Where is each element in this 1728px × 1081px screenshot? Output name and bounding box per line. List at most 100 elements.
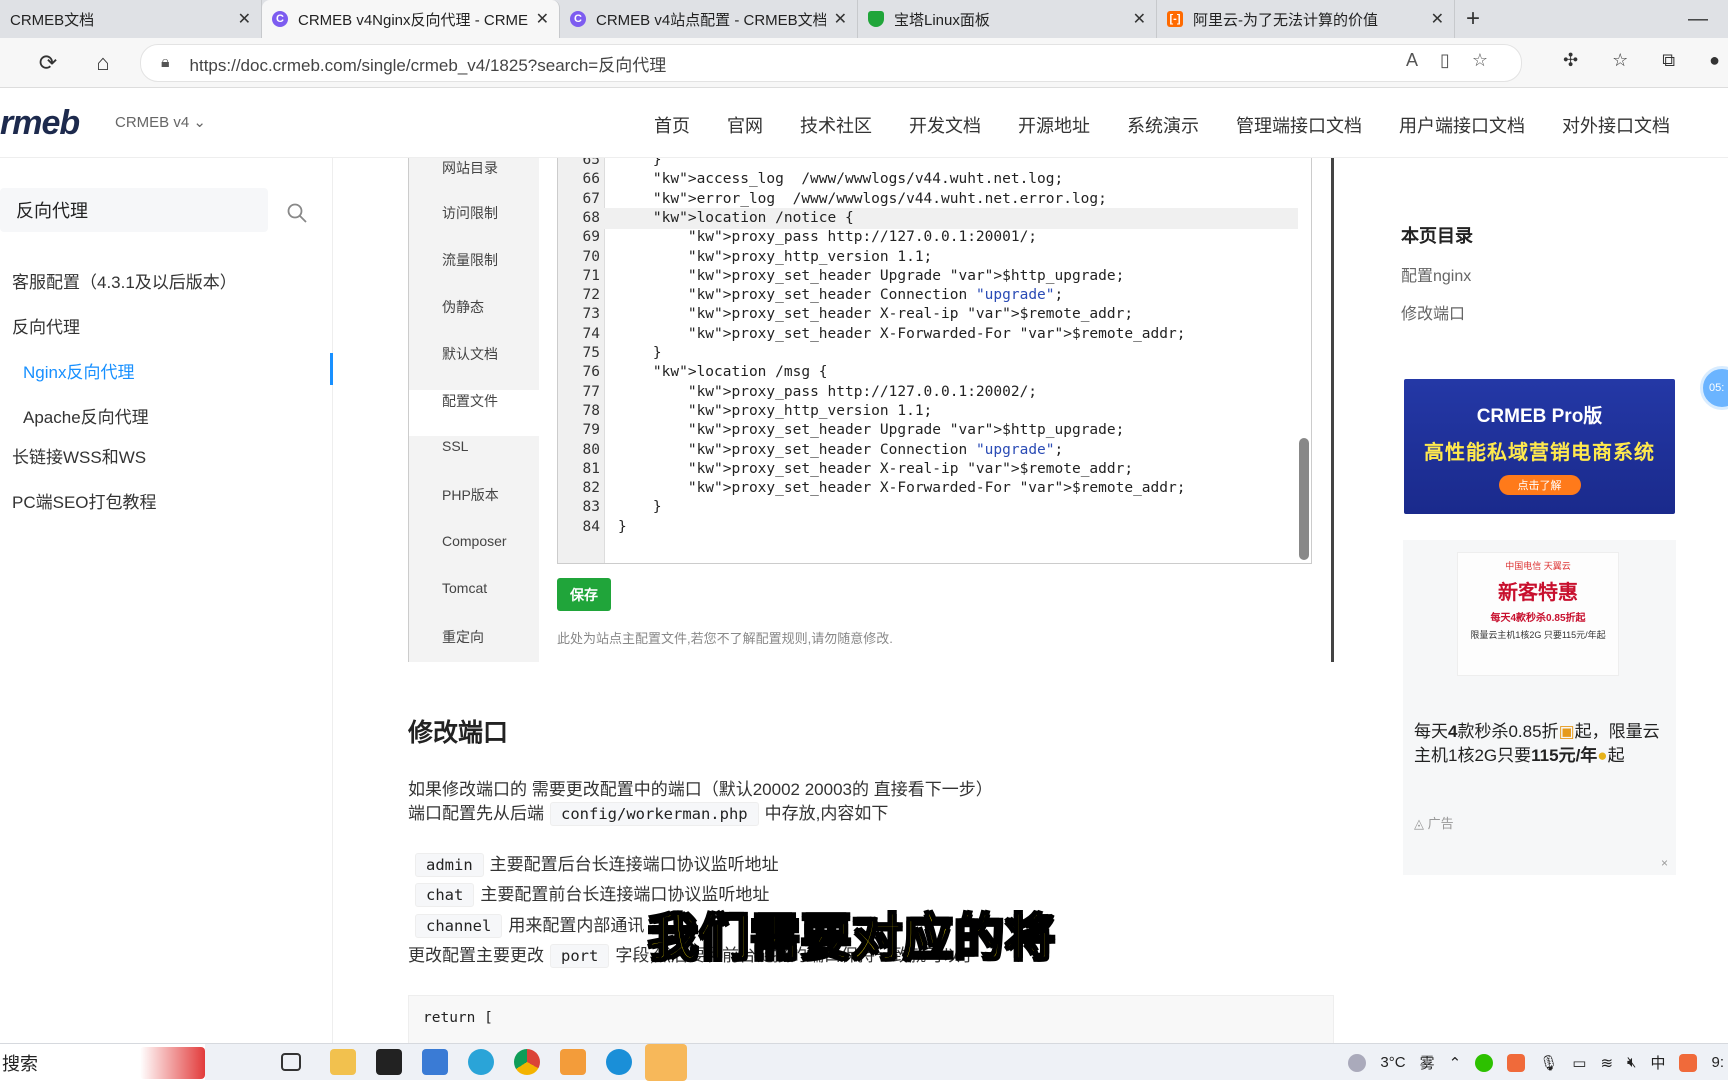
floating-timer-bubble[interactable]: 05: bbox=[1700, 366, 1728, 410]
wechat-icon[interactable] bbox=[1475, 1053, 1494, 1072]
extensions-icon[interactable]: ✣ bbox=[1563, 50, 1578, 71]
crmeb-pro-ad[interactable]: CRMEB Pro版 高性能私域营销电商系统 点击了解 bbox=[1404, 379, 1675, 514]
home-icon[interactable]: ⌂ bbox=[88, 48, 118, 78]
sidebar-item-reverse-proxy[interactable]: 反向代理 bbox=[12, 313, 80, 338]
crmeb-logo[interactable]: rmeb bbox=[0, 104, 80, 143]
search-icon[interactable] bbox=[286, 202, 308, 224]
close-icon[interactable]: ✕ bbox=[536, 9, 549, 29]
nav-item[interactable]: 管理端接口文档 bbox=[1236, 112, 1362, 138]
ad-label: ◬ 广告 bbox=[1414, 813, 1454, 832]
read-aloud-icon[interactable]: A︎ bbox=[1406, 50, 1418, 71]
app-tray-icon[interactable] bbox=[1679, 1053, 1698, 1072]
line-number: 82 bbox=[582, 480, 600, 497]
favorites-icon[interactable]: ☆ bbox=[1612, 50, 1628, 71]
file-explorer-icon[interactable] bbox=[330, 1049, 356, 1075]
edge-icon[interactable] bbox=[606, 1049, 632, 1075]
url-field[interactable]: 🔒︎ https://doc.crmeb.com/single/crmeb_v4… bbox=[140, 44, 1522, 82]
taskbar-search[interactable]: 搜索 bbox=[0, 1044, 205, 1081]
cloud-icon bbox=[1348, 1053, 1367, 1072]
close-icon[interactable]: ✕ bbox=[238, 9, 251, 29]
line-number: 83 bbox=[582, 499, 600, 516]
nav-item[interactable]: 开发文档 bbox=[909, 112, 981, 138]
nav-item[interactable]: 系统演示 bbox=[1127, 112, 1199, 138]
telecom-ad[interactable]: 中国电信 天翼云 新客特惠 每天4款秒杀0.85折起 限量云主机1核2G 只要1… bbox=[1403, 540, 1676, 875]
line-number: 70 bbox=[582, 248, 600, 265]
browser-tab-bar: CRMEB文档 ✕ C CRMEB v4Nginx反向代理 - CRME ✕ C… bbox=[0, 0, 1728, 38]
nav-item[interactable]: 首页 bbox=[654, 112, 690, 138]
browser-tab[interactable]: C CRMEB v4站点配置 - CRMEB文档 ✕ bbox=[560, 0, 858, 38]
app-tray-icon[interactable] bbox=[1507, 1053, 1526, 1072]
windows-taskbar: 搜索 3°C 雾 ⌃ 🎙︎ ▭ ≋ 🔇︎ 中 9: bbox=[0, 1043, 1728, 1081]
refresh-icon[interactable]: ⟳ bbox=[33, 48, 63, 78]
immersive-reader-icon[interactable]: ▯ bbox=[1440, 50, 1450, 71]
nav-item[interactable]: 技术社区 bbox=[800, 112, 872, 138]
version-select[interactable]: CRMEB v4 ⌄ bbox=[115, 113, 206, 131]
doc-search-input[interactable]: 反向代理 bbox=[0, 188, 268, 232]
toc-item[interactable]: 配置nginx bbox=[1401, 262, 1473, 286]
sidebar-item-nginx[interactable]: Nginx反向代理 bbox=[23, 358, 134, 383]
menu-item: 访问限制 bbox=[442, 205, 498, 221]
nav-item[interactable]: 用户端接口文档 bbox=[1399, 112, 1525, 138]
code-line: 80 "kw">proxy_set_header Connection "upg… bbox=[558, 440, 1298, 461]
close-icon[interactable]: ✕ bbox=[1133, 9, 1146, 29]
code-text: "kw">proxy_set_header X-real-ip "var">$r… bbox=[687, 306, 1134, 323]
battery-icon[interactable]: ▭ bbox=[1572, 1054, 1586, 1072]
ad-label-text: 广告 bbox=[1427, 816, 1454, 831]
nav-item[interactable]: 官网 bbox=[727, 112, 763, 138]
sidebar-item-kefu[interactable]: 客服配置（4.3.1及以后版本） bbox=[12, 268, 237, 293]
mic-icon[interactable]: 🎙︎ bbox=[1539, 1054, 1558, 1072]
mute-icon[interactable]: 🔇︎ bbox=[1627, 1054, 1636, 1071]
menu-item: 重定向 bbox=[442, 629, 484, 645]
sidebar-item-wss[interactable]: 长链接WSS和WS bbox=[12, 443, 146, 468]
line-number: 72 bbox=[582, 287, 600, 304]
edge-icon[interactable] bbox=[468, 1049, 494, 1075]
code-line: 82 "kw">proxy_set_header X-Forwarded-For… bbox=[558, 478, 1298, 499]
profile-icon[interactable]: ● bbox=[1709, 50, 1720, 71]
browser-toolbar: ✣ ☆ ⧉ ● bbox=[1563, 50, 1728, 71]
wifi-icon[interactable]: ≋ bbox=[1600, 1054, 1613, 1072]
clock[interactable]: 9: bbox=[1711, 1054, 1724, 1071]
active-app-icon[interactable] bbox=[645, 1044, 687, 1081]
ad-text-bold: 115元/年 bbox=[1531, 746, 1598, 765]
list-item: admin 主要配置后台长连接端口协议监听地址 bbox=[415, 850, 779, 877]
top-nav: 首页 官网 技术社区 开发文档 开源地址 系统演示 管理端接口文档 用户端接口文… bbox=[654, 112, 1670, 138]
favorite-add-icon[interactable]: ☆ bbox=[1472, 50, 1488, 71]
nav-item[interactable]: 对外接口文档 bbox=[1562, 112, 1670, 138]
collections-icon[interactable]: ⧉ bbox=[1662, 50, 1675, 71]
inline-code: channel bbox=[415, 914, 503, 938]
sidebar-item-apache[interactable]: Apache反向代理 bbox=[23, 403, 149, 428]
close-icon[interactable]: ✕ bbox=[1431, 9, 1444, 29]
inline-code: admin bbox=[415, 853, 484, 877]
url-actions: A︎ ▯ ☆ bbox=[1406, 50, 1488, 71]
new-tab-button[interactable]: + bbox=[1455, 0, 1491, 38]
ad-line: 每天4款秒杀0.85折起 bbox=[1490, 613, 1586, 624]
minimize-button[interactable]: — bbox=[1668, 0, 1728, 38]
notion-icon[interactable] bbox=[376, 1049, 402, 1075]
browser-tab-active[interactable]: C CRMEB v4Nginx反向代理 - CRME ✕ bbox=[262, 0, 560, 38]
code-line: 70 "kw">proxy_http_version 1.1; bbox=[558, 247, 1298, 268]
code-text: "kw">proxy_set_header Upgrade "var">$htt… bbox=[687, 422, 1125, 439]
menu-item: Composer bbox=[442, 533, 507, 549]
nav-item[interactable]: 开源地址 bbox=[1018, 112, 1090, 138]
ime-indicator[interactable]: 中 bbox=[1650, 1052, 1665, 1073]
menu-item: Tomcat bbox=[442, 580, 488, 596]
close-icon[interactable]: × bbox=[1661, 856, 1668, 870]
app-icon[interactable] bbox=[422, 1049, 448, 1075]
app-icon[interactable] bbox=[560, 1049, 586, 1075]
code-line: 68 "kw">location /notice { bbox=[558, 207, 1298, 229]
tab-title: 宝塔Linux面板 bbox=[894, 11, 990, 29]
chrome-icon[interactable] bbox=[514, 1049, 540, 1075]
chevron-up-icon[interactable]: ⌃ bbox=[1449, 1054, 1462, 1072]
ad-title: CRMEB Pro版 bbox=[1476, 406, 1603, 427]
browser-tab[interactable]: 宝塔Linux面板 ✕ bbox=[858, 0, 1157, 38]
sidebar-item-pc-seo[interactable]: PC端SEO打包教程 bbox=[12, 488, 157, 513]
task-view-icon[interactable] bbox=[281, 1053, 301, 1071]
ad-button[interactable]: 点击了解 bbox=[1498, 475, 1581, 495]
ad-headline: 新客特惠 bbox=[1498, 582, 1578, 604]
url-text: https://doc.crmeb.com/single/crmeb_v4/18… bbox=[189, 55, 667, 75]
toc-item[interactable]: 修改端口 bbox=[1401, 300, 1473, 324]
menu-item: 伪静态 bbox=[442, 299, 484, 315]
browser-tab[interactable]: [-] 阿里云-为了无法计算的价值 ✕ bbox=[1157, 0, 1455, 38]
browser-tab[interactable]: CRMEB文档 ✕ bbox=[0, 0, 262, 38]
close-icon[interactable]: ✕ bbox=[834, 9, 847, 29]
